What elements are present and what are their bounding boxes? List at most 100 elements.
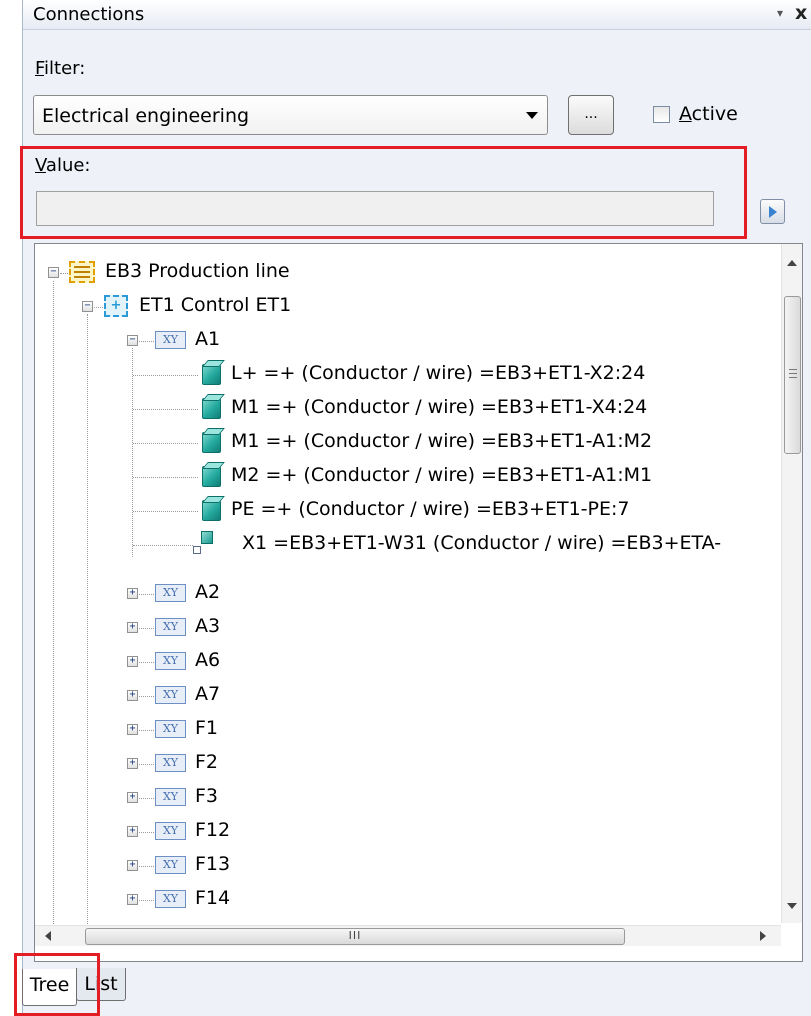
connection-label: X1 =EB3+ET1-W31 (Conductor / wire) =EB3+… [242, 532, 722, 554]
expand-icon[interactable]: + [127, 860, 138, 871]
scroll-down-icon[interactable] [787, 903, 797, 909]
tree-node-device[interactable]: + XY A2 [35, 575, 775, 609]
icon-stripe [74, 276, 90, 278]
cable-connection-icon [193, 531, 215, 557]
icon-stripe [74, 271, 90, 273]
active-checkbox[interactable] [653, 106, 670, 123]
tree-label: A1 [195, 328, 221, 350]
collapse-icon[interactable]: − [48, 267, 59, 278]
apply-value-button[interactable] [760, 199, 785, 224]
tree-label: A6 [195, 649, 221, 671]
expand-icon[interactable]: + [127, 894, 138, 905]
device-xy-icon: XY [155, 618, 186, 636]
pin-dropdown-icon[interactable]: ▾ [777, 6, 783, 20]
expand-icon[interactable]: + [127, 690, 138, 701]
tree-node-device[interactable]: + XY F2 [35, 745, 775, 779]
tree-line [139, 628, 154, 629]
tree-line [139, 662, 154, 663]
tree-line [133, 511, 198, 512]
expand-icon[interactable]: + [127, 588, 138, 599]
connection-row[interactable]: M1 =+ (Conductor / wire) =EB3+ET1-A1:M2 [35, 424, 775, 458]
tree-node-device[interactable]: + XY F12 [35, 813, 775, 847]
tree-node-device[interactable]: + XY F1 [35, 711, 775, 745]
vertical-scroll-thumb[interactable] [784, 296, 801, 454]
connection-row[interactable]: L+ =+ (Conductor / wire) =EB3+ET1-X2:24 [35, 356, 775, 390]
filter-more-button[interactable]: ... [568, 95, 614, 135]
scroll-right-icon[interactable] [760, 931, 766, 941]
filter-selected-value: Electrical engineering [42, 105, 250, 127]
expand-icon[interactable]: + [127, 622, 138, 633]
tree-node-device[interactable]: + XY A6 [35, 643, 775, 677]
tree-label: ET1 Control ET1 [139, 294, 292, 316]
device-xy-icon: XY [155, 652, 186, 670]
connection-row[interactable]: X1 =EB3+ET1-W31 (Conductor / wire) =EB3+… [35, 526, 775, 560]
connection-label: M1 =+ (Conductor / wire) =EB3+ET1-X4:24 [231, 396, 648, 418]
horizontal-scroll-thumb[interactable]: III [85, 928, 625, 945]
production-line-icon [69, 261, 95, 283]
device-xy-icon: XY [155, 331, 186, 349]
connections-panel: Connections ▾ x Filter: Electrical engin… [20, 0, 811, 1016]
tree-line [139, 832, 154, 833]
cable-box [193, 546, 201, 554]
tree-node-device[interactable]: + XY A3 [35, 609, 775, 643]
tree-line [133, 443, 198, 444]
vertical-scrollbar[interactable] [781, 244, 802, 923]
scroll-up-icon[interactable] [787, 260, 797, 266]
tree-label: F3 [195, 785, 219, 807]
device-xy-icon: XY [155, 788, 186, 806]
collapse-icon[interactable]: − [82, 301, 93, 312]
active-label-rest: ctive [691, 103, 738, 125]
connection-label: M1 =+ (Conductor / wire) =EB3+ET1-A1:M2 [231, 430, 653, 452]
connection-row[interactable]: PE =+ (Conductor / wire) =EB3+ET1-PE:7 [35, 492, 775, 526]
expand-icon[interactable]: + [127, 758, 138, 769]
connection-row[interactable]: M1 =+ (Conductor / wire) =EB3+ET1-X4:24 [35, 390, 775, 424]
value-highlight-box [20, 146, 747, 239]
tree-line [139, 730, 154, 731]
tree-line [139, 696, 154, 697]
expand-icon[interactable]: + [127, 724, 138, 735]
expand-icon[interactable]: + [127, 792, 138, 803]
connections-tree[interactable]: − EB3 Production line − + ET1 Control ET… [34, 243, 803, 962]
tree-node-et1[interactable]: − + ET1 Control ET1 [35, 288, 775, 322]
connection-row[interactable]: M2 =+ (Conductor / wire) =EB3+ET1-A1:M1 [35, 458, 775, 492]
device-xy-icon: XY [155, 822, 186, 840]
tree-line [133, 375, 198, 376]
grip-line [789, 369, 797, 370]
connection-label: L+ =+ (Conductor / wire) =EB3+ET1-X2:24 [231, 362, 646, 384]
tree-node-device[interactable]: + XY F14 [35, 881, 775, 915]
active-label-accel: A [679, 103, 692, 125]
filter-dropdown[interactable]: Electrical engineering [33, 95, 548, 135]
expand-icon[interactable]: + [127, 656, 138, 667]
cable-core [201, 531, 213, 544]
filter-label-accel: F [35, 58, 45, 79]
panel-title: Connections [33, 4, 145, 25]
tree-line [139, 341, 154, 342]
tree-node-device[interactable]: + XY A7 [35, 677, 775, 711]
device-xy-icon: XY [155, 584, 186, 602]
tree-label: A3 [195, 615, 221, 637]
scroll-left-icon[interactable] [45, 931, 51, 941]
conductor-wire-icon [202, 500, 221, 521]
filter-label-rest: ilter: [44, 58, 86, 79]
tree-node-device[interactable]: + XY F13 [35, 847, 775, 881]
expand-icon[interactable]: + [127, 826, 138, 837]
tree-line [139, 764, 154, 765]
tree-label: F2 [195, 751, 219, 773]
grip-line [789, 377, 797, 378]
tree-node-device[interactable]: + XY F3 [35, 779, 775, 813]
tree-line [60, 273, 68, 274]
active-label[interactable]: Active [679, 103, 738, 125]
tree-line [139, 866, 154, 867]
collapse-icon[interactable]: − [127, 335, 138, 346]
tree-node-a1[interactable]: − XY A1 [35, 322, 775, 356]
tab-highlight-box [14, 953, 100, 1016]
connection-label: PE =+ (Conductor / wire) =EB3+ET1-PE:7 [231, 498, 630, 520]
grip-line [789, 373, 797, 374]
close-icon[interactable]: x [795, 2, 807, 24]
tree-line [139, 798, 154, 799]
device-xy-icon: XY [155, 856, 186, 874]
tree-node-eb3[interactable]: − EB3 Production line [35, 254, 775, 288]
device-xy-icon: XY [155, 890, 186, 908]
tree-label: EB3 Production line [105, 260, 290, 282]
horizontal-scrollbar[interactable]: III [35, 925, 781, 946]
